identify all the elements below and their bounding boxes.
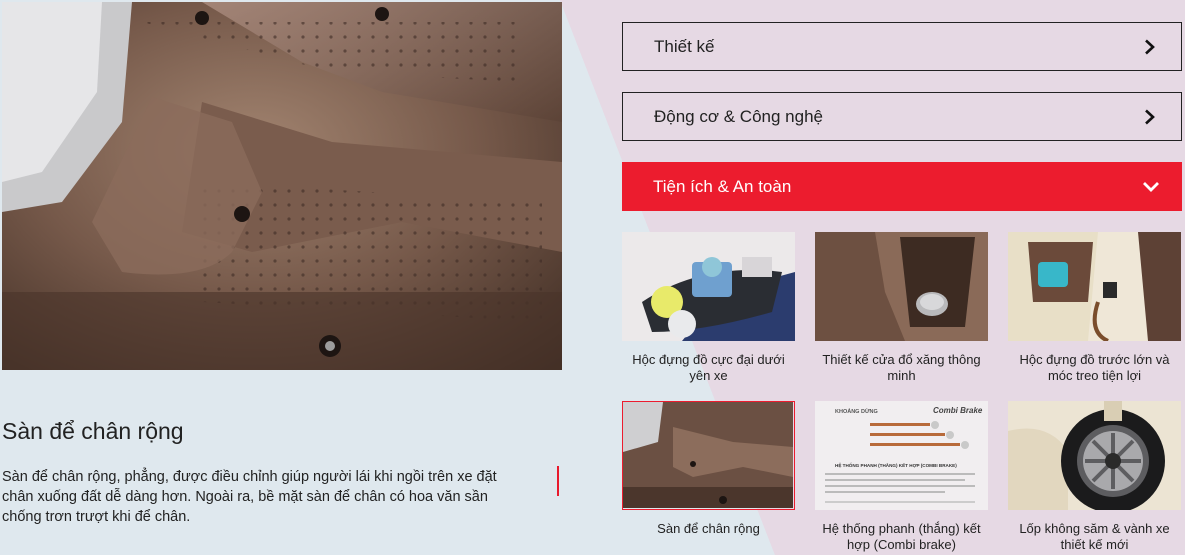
feature-thumb-under-seat-storage[interactable]: Hộc đựng đồ cực đại dưới yên xe xyxy=(622,232,795,384)
wide-floorboard-image xyxy=(622,401,795,510)
accordion-engine-technology[interactable]: Động cơ & Công nghệ xyxy=(622,92,1182,141)
feature-caption: Thiết kế cửa đổ xăng thông minh xyxy=(822,352,981,383)
feature-title: Sàn để chân rộng xyxy=(2,418,184,444)
feature-thumb-combi-brake[interactable]: Combi Brake KHOẢNG DỪNG HỆ THỐNG PHANH (… xyxy=(815,401,988,553)
feature-caption: Hệ thống phanh (thắng) kết hợp (Combi br… xyxy=(822,521,981,552)
accordion-label: Thiết kế xyxy=(654,36,715,56)
feature-caption: Lốp không săm & vành xe thiết kế mới xyxy=(1019,521,1170,552)
feature-caption: Sàn để chân rộng xyxy=(657,521,760,536)
feature-thumb-front-pocket-hook[interactable]: Hộc đựng đồ trước lớn và móc treo tiện l… xyxy=(1008,232,1181,384)
feature-description: Sàn để chân rộng, phẳng, được điều chỉnh… xyxy=(2,469,497,525)
feature-thumb-fuel-door[interactable]: Thiết kế cửa đổ xăng thông minh xyxy=(815,232,988,384)
combi-brake-image: Combi Brake KHOẢNG DỪNG HỆ THỐNG PHANH (… xyxy=(815,401,988,510)
chevron-right-icon xyxy=(1141,38,1159,56)
stopping-distance-heading: KHOẢNG DỪNG xyxy=(835,408,878,415)
combi-brake-heading: HỆ THỐNG PHANH (THẮNG) KẾT HỢP (COMBI BR… xyxy=(835,461,957,468)
under-seat-storage-image xyxy=(622,232,795,341)
accordion-design[interactable]: Thiết kế xyxy=(622,22,1182,71)
description-accent-bar xyxy=(557,466,559,496)
feature-thumb-tubeless-tire[interactable]: Lốp không săm & vành xe thiết kế mới xyxy=(1008,401,1181,553)
front-pocket-image xyxy=(1008,232,1181,341)
combi-brake-brand: Combi Brake xyxy=(933,406,983,415)
accordion-utility-safety[interactable]: Tiện ích & An toàn xyxy=(622,162,1182,211)
fuel-door-image xyxy=(815,232,988,341)
chevron-down-icon xyxy=(1142,178,1160,196)
feature-main-image xyxy=(2,2,562,370)
floorboard-photo xyxy=(2,2,562,370)
feature-thumb-wide-floorboard[interactable]: Sàn để chân rộng xyxy=(622,401,795,537)
chevron-right-icon xyxy=(1141,108,1159,126)
accordion-label: Động cơ & Công nghệ xyxy=(654,106,823,126)
accordion-label: Tiện ích & An toàn xyxy=(653,176,792,196)
tubeless-tire-image xyxy=(1008,401,1181,510)
feature-caption: Hộc đựng đồ trước lớn và móc treo tiện l… xyxy=(1019,352,1170,383)
feature-caption: Hộc đựng đồ cực đại dưới yên xe xyxy=(632,352,785,383)
